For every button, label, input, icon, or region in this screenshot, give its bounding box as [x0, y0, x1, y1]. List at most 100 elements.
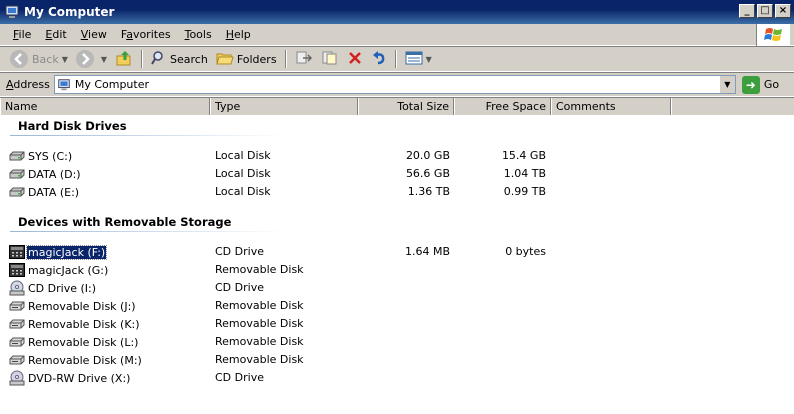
- item-name: SYS (C:): [28, 149, 73, 163]
- item-name: DVD-RW Drive (X:): [28, 371, 131, 385]
- column-filler: [671, 98, 794, 115]
- magicjack-icon: [9, 263, 25, 277]
- up-folder-button[interactable]: [111, 48, 137, 70]
- column-header: Name Type Total Size Free Space Comments: [0, 97, 794, 115]
- folders-icon: [216, 50, 234, 69]
- item-type: Local Disk: [215, 149, 271, 162]
- menu-view[interactable]: View: [74, 28, 114, 41]
- back-dropdown-icon[interactable]: ▼: [62, 55, 68, 64]
- column-name[interactable]: Name: [0, 98, 210, 115]
- item-free-space: 1.04 TB: [503, 167, 546, 180]
- menu-file[interactable]: File: [6, 28, 38, 41]
- minimize-button[interactable]: _: [739, 4, 755, 18]
- copy-to-button[interactable]: [317, 48, 343, 70]
- back-arrow-icon: [10, 50, 28, 68]
- list-item[interactable]: DATA (D:) Local Disk 56.6 GB 1.04 TB: [0, 165, 794, 183]
- menu-tools[interactable]: Tools: [178, 28, 219, 41]
- forward-button[interactable]: ▼: [72, 48, 111, 70]
- list-item[interactable]: Removable Disk (M:) Removable Disk: [0, 351, 794, 369]
- toolbar-separator: [141, 50, 144, 68]
- menu-edit[interactable]: Edit: [38, 28, 73, 41]
- hard-disk-icon: [9, 151, 25, 161]
- group-header-hard-disk-drives: Hard Disk Drives: [18, 119, 127, 133]
- column-total-size[interactable]: Total Size: [358, 98, 454, 115]
- move-to-icon: [295, 50, 313, 69]
- column-free-space[interactable]: Free Space: [454, 98, 551, 115]
- item-total-size: 56.6 GB: [405, 167, 450, 180]
- item-free-space: 15.4 GB: [501, 149, 546, 162]
- list-item[interactable]: SYS (C:) Local Disk 20.0 GB 15.4 GB: [0, 147, 794, 165]
- copy-to-icon: [321, 50, 339, 69]
- hard-disk-icon: [9, 187, 25, 197]
- item-name: Removable Disk (M:): [28, 353, 142, 367]
- item-name: Removable Disk (J:): [28, 299, 136, 313]
- toolbar-separator: [394, 50, 397, 68]
- list-item[interactable]: Removable Disk (J:) Removable Disk: [0, 297, 794, 315]
- column-comments[interactable]: Comments: [551, 98, 671, 115]
- item-type: Removable Disk: [215, 263, 304, 276]
- item-type: Removable Disk: [215, 317, 304, 330]
- item-type: CD Drive: [215, 281, 264, 294]
- list-item[interactable]: DVD-RW Drive (X:) CD Drive: [0, 369, 794, 387]
- list-item[interactable]: CD Drive (I:) CD Drive: [0, 279, 794, 297]
- group-header-removable-storage: Devices with Removable Storage: [18, 215, 232, 229]
- item-name: DATA (E:): [28, 185, 80, 199]
- item-name: DATA (D:): [28, 167, 81, 181]
- item-name: CD Drive (I:): [28, 281, 97, 295]
- file-list[interactable]: Hard Disk Drives SYS (C:) Local Disk 20.…: [0, 115, 794, 414]
- list-item[interactable]: magicJack (G:) Removable Disk: [0, 261, 794, 279]
- item-type: Removable Disk: [215, 335, 304, 348]
- item-free-space: 0.99 TB: [503, 185, 546, 198]
- move-to-button[interactable]: [291, 48, 317, 70]
- windows-flag-icon: [756, 24, 790, 46]
- up-folder-icon: [115, 49, 133, 70]
- go-arrow-icon: ➜: [741, 75, 760, 94]
- item-name: Removable Disk (L:): [28, 335, 139, 349]
- item-type: Removable Disk: [215, 299, 304, 312]
- column-type[interactable]: Type: [210, 98, 358, 115]
- address-input[interactable]: My Computer ▼: [53, 75, 736, 94]
- removable-disk-icon: [9, 319, 25, 329]
- back-label: Back: [32, 52, 59, 66]
- views-button[interactable]: ▼: [401, 48, 436, 70]
- undo-button[interactable]: [367, 48, 391, 70]
- forward-dropdown-icon[interactable]: ▼: [101, 55, 107, 64]
- menu-help[interactable]: Help: [219, 28, 258, 41]
- item-name: Removable Disk (K:): [28, 317, 140, 331]
- go-button[interactable]: ➜ Go: [741, 75, 780, 94]
- search-label: Search: [170, 52, 208, 66]
- folders-button[interactable]: Folders: [212, 48, 281, 70]
- search-button[interactable]: Search: [147, 48, 212, 70]
- list-item[interactable]: magicJack (F:) CD Drive 1.64 MB 0 bytes: [0, 243, 794, 261]
- views-dropdown-icon[interactable]: ▼: [426, 55, 432, 64]
- delete-button[interactable]: [343, 48, 367, 70]
- item-type: Removable Disk: [215, 353, 304, 366]
- list-item[interactable]: Removable Disk (L:) Removable Disk: [0, 333, 794, 351]
- search-icon: [151, 50, 167, 69]
- list-item[interactable]: DATA (E:) Local Disk 1.36 TB 0.99 TB: [0, 183, 794, 201]
- maximize-button[interactable]: □: [757, 4, 773, 18]
- toolbar-separator: [284, 50, 287, 68]
- item-free-space: 0 bytes: [505, 245, 546, 258]
- address-dropdown-icon[interactable]: ▼: [718, 76, 735, 93]
- dvd-drive-icon: [9, 370, 25, 386]
- cd-drive-icon: [9, 280, 25, 296]
- item-total-size: 1.64 MB: [404, 245, 450, 258]
- list-item[interactable]: Removable Disk (K:) Removable Disk: [0, 315, 794, 333]
- title-bar[interactable]: My Computer _ □ ×: [0, 0, 794, 24]
- forward-arrow-icon: [75, 50, 94, 68]
- magicjack-icon: [9, 245, 25, 259]
- item-name: magicJack (F:): [25, 244, 108, 260]
- go-label: Go: [763, 78, 780, 91]
- address-value: My Computer: [74, 78, 150, 91]
- item-type: CD Drive: [215, 245, 264, 258]
- folders-label: Folders: [236, 52, 277, 66]
- group-divider: [10, 135, 285, 136]
- delete-icon: [347, 50, 363, 69]
- menu-favorites[interactable]: Favorites: [114, 28, 178, 41]
- removable-disk-icon: [9, 301, 25, 311]
- item-type: Local Disk: [215, 185, 271, 198]
- back-button[interactable]: Back ▼: [6, 48, 72, 70]
- close-button[interactable]: ×: [775, 4, 791, 18]
- removable-disk-icon: [9, 355, 25, 365]
